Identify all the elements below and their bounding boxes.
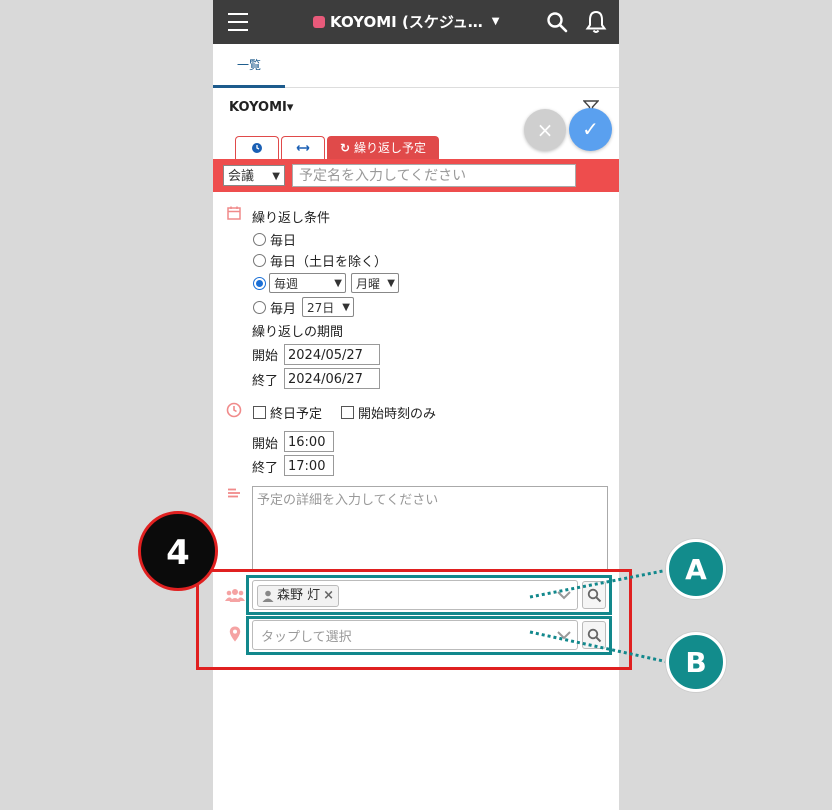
top-app-bar: KOYOMI (スケジュ… ▼ — [213, 0, 619, 44]
start-only-label: 開始時刻のみ — [358, 407, 437, 422]
callout-label-a: A — [666, 539, 726, 599]
weekly-select[interactable]: 毎週 ▼ — [269, 273, 346, 293]
period-start-label: 開始 — [252, 349, 279, 364]
app-switcher[interactable]: KOYOMI (スケジュ… ▼ — [313, 11, 499, 32]
radio-monthly-label: 毎月 — [270, 302, 297, 317]
search-icon[interactable] — [546, 11, 568, 33]
tab-bar: 一覧 — [213, 44, 619, 88]
clock-icon — [226, 402, 242, 418]
callout-box-b — [246, 616, 612, 655]
tab-repeat-label: 繰り返し予定 — [353, 141, 426, 155]
period-heading: 繰り返しの期間 — [252, 325, 344, 340]
radio-weekdays-label: 毎日（土日を除く） — [270, 255, 388, 270]
koyomi-selector[interactable]: KOYOMI▾ — [229, 100, 293, 115]
menu-icon[interactable] — [228, 13, 248, 31]
step-badge: 4 — [138, 511, 218, 591]
koyomi-logo-icon — [313, 15, 325, 28]
repeat-icon: ↻ — [340, 141, 351, 155]
weekly-select-value: 毎週 — [274, 277, 299, 291]
time-end-label: 終了 — [252, 461, 279, 476]
callout-box-a — [246, 575, 612, 615]
time-start-input[interactable]: 16:00 — [284, 431, 334, 452]
double-arrow-icon — [296, 145, 310, 151]
period-start-input[interactable]: 2024/05/27 — [284, 344, 380, 365]
tab-span-event[interactable] — [281, 136, 325, 159]
text-lines-icon — [228, 488, 240, 498]
event-type-value: 会議 — [228, 169, 255, 184]
chevron-down-icon: ▼ — [387, 278, 395, 289]
event-type-select[interactable]: 会議 ▼ — [223, 165, 285, 186]
radio-weekdays[interactable] — [253, 254, 266, 267]
tab-single-event[interactable] — [235, 136, 279, 159]
all-day-label: 終日予定 — [270, 407, 323, 422]
tab-repeat-event[interactable]: ↻ 繰り返し予定 — [327, 136, 439, 159]
weekday-select[interactable]: 月曜 ▼ — [351, 273, 399, 293]
calendar-icon — [227, 206, 241, 220]
weekday-select-value: 月曜 — [356, 277, 381, 291]
callout-label-b: B — [666, 632, 726, 692]
radio-weekly[interactable] — [253, 277, 266, 290]
period-end-input[interactable]: 2024/06/27 — [284, 368, 380, 389]
all-day-checkbox[interactable] — [253, 406, 266, 419]
repeat-heading: 繰り返し条件 — [252, 211, 331, 226]
time-end-input[interactable]: 17:00 — [284, 455, 334, 476]
time-start-label: 開始 — [252, 437, 279, 452]
tab-list[interactable]: 一覧 — [213, 44, 285, 88]
chevron-down-icon: ▼ — [334, 278, 342, 289]
phone-screen: KOYOMI (スケジュ… ▼ 一覧 KOYOMI▾ × ✓ ↻ 繰り返し予定 … — [213, 0, 619, 810]
period-end-label: 終了 — [252, 374, 279, 389]
monthly-day-value: 27日 — [307, 301, 335, 315]
radio-daily[interactable] — [253, 233, 266, 246]
clock-icon — [252, 143, 262, 153]
start-only-checkbox[interactable] — [341, 406, 354, 419]
app-title: KOYOMI (スケジュ… — [330, 13, 483, 31]
monthly-day-select[interactable]: 27日 ▼ — [302, 297, 354, 317]
cancel-button[interactable]: × — [524, 109, 566, 151]
radio-daily-label: 毎日 — [270, 234, 297, 249]
bell-icon[interactable] — [585, 10, 607, 34]
detail-textarea[interactable]: 予定の詳細を入力してください — [252, 486, 608, 570]
radio-monthly[interactable] — [253, 301, 266, 314]
chevron-down-icon: ▼ — [342, 302, 350, 313]
chevron-down-icon: ▼ — [272, 171, 280, 182]
chevron-down-icon: ▼ — [491, 16, 500, 27]
save-button[interactable]: ✓ — [569, 108, 612, 151]
event-title-input[interactable]: 予定名を入力してください — [292, 164, 576, 187]
